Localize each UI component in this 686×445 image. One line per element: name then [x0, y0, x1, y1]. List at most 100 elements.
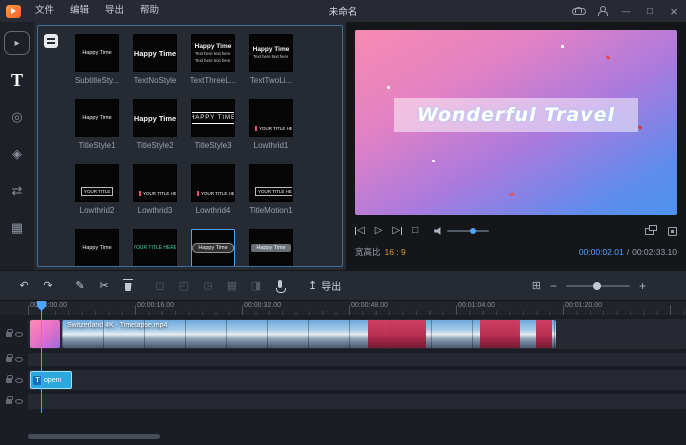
- zoom-in-icon[interactable]: +: [639, 280, 646, 292]
- template-item[interactable]: Happy Time TextNoStyle: [126, 34, 184, 86]
- lock-icon[interactable]: [6, 399, 12, 404]
- zoom-out-icon[interactable]: −: [550, 280, 557, 292]
- timeline-scrollbar[interactable]: [28, 434, 676, 439]
- visibility-icon[interactable]: [15, 399, 23, 404]
- audio-track-header: [0, 353, 28, 366]
- opening-clip[interactable]: [30, 320, 60, 348]
- fit-timeline-icon[interactable]: ⊞: [532, 279, 541, 292]
- template-item[interactable]: HAPPY TIME TitleStyle3: [184, 99, 242, 151]
- transport-button[interactable]: □: [412, 226, 418, 236]
- timeline-ruler[interactable]: 00:00:00.0000:00:16.0000:00:32.0000:00:4…: [0, 301, 686, 315]
- playhead[interactable]: [41, 301, 42, 413]
- template-thumbnail: YOUR TITLE HERE: [249, 99, 293, 137]
- visibility-icon[interactable]: [15, 332, 23, 337]
- menu-item[interactable]: 编辑: [62, 0, 97, 22]
- app-logo-icon[interactable]: [6, 5, 21, 18]
- menu-item[interactable]: 帮助: [132, 0, 167, 22]
- template-category-icon[interactable]: [44, 34, 58, 48]
- volume-slider[interactable]: [447, 230, 489, 232]
- timeline-scrollbar-thumb[interactable]: [28, 434, 160, 439]
- template-item[interactable]: YOUR TITLE HERE Lowthrid4: [184, 164, 242, 216]
- minimize-button[interactable]: [614, 0, 638, 22]
- lock-icon[interactable]: [6, 378, 12, 383]
- template-item[interactable]: YOUR TITLE HERE TitleMotion1: [242, 164, 300, 216]
- confetti-decoration: [606, 55, 611, 59]
- toolbar-icon[interactable]: ◨: [246, 276, 266, 296]
- template-grid: Happy Time SubtitleSty... Happy Time Tex…: [64, 26, 342, 266]
- template-label: TextThreeL...: [190, 76, 237, 85]
- transport-button[interactable]: ▷: [392, 226, 402, 236]
- toolbar-icon[interactable]: ◻: [150, 276, 170, 296]
- cloud-sync-icon[interactable]: [566, 0, 590, 22]
- timeline: 00:00:00.0000:00:16.0000:00:32.0000:00:4…: [0, 301, 686, 445]
- close-button[interactable]: [662, 0, 686, 22]
- text-clip[interactable]: T openi: [30, 371, 72, 389]
- transport-button[interactable]: ▷: [375, 226, 383, 236]
- preview-screen[interactable]: Wonderful Travel: [355, 30, 677, 215]
- template-item[interactable]: Happy Time TitleStyle1: [68, 99, 126, 151]
- export-button[interactable]: ↥ 导出: [308, 278, 341, 293]
- mute-icon[interactable]: [15, 357, 23, 362]
- audio-track-body[interactable]: [28, 353, 686, 366]
- template-item[interactable]: Happy Time TitleStyle2: [126, 99, 184, 151]
- titlebar: 文件编辑导出帮助 未命名: [0, 0, 686, 22]
- video-clip[interactable]: Switzerland 4K - Timelapse.mp4: [62, 320, 556, 348]
- text-track-body[interactable]: T openi: [28, 370, 686, 390]
- volume-slider-knob[interactable]: [470, 228, 476, 234]
- toolbar-icon[interactable]: ↶: [14, 276, 34, 296]
- transport-button[interactable]: ◁: [355, 226, 365, 236]
- template-item[interactable]: Happy Time: [68, 229, 126, 266]
- toolbar-icon[interactable]: ▦: [222, 276, 242, 296]
- toolbar-icon[interactable]: ✎: [70, 276, 90, 296]
- timeline-zoom-slider[interactable]: [566, 285, 630, 287]
- detach-preview-icon[interactable]: [645, 228, 654, 235]
- video-track-header: [0, 319, 28, 349]
- maximize-button[interactable]: [638, 0, 662, 22]
- template-label: Lowthrid4: [196, 206, 231, 215]
- sidebar-item[interactable]: ◎: [4, 105, 30, 129]
- fullscreen-icon[interactable]: [668, 227, 677, 236]
- template-item[interactable]: YOUR TITLE HERE: [126, 229, 184, 266]
- lock-icon[interactable]: [6, 357, 12, 362]
- template-thumbnail: Happy Time: [75, 99, 119, 137]
- timeline-zoom-knob[interactable]: [593, 282, 601, 290]
- sidebar-item[interactable]: ◈: [4, 142, 30, 166]
- template-item[interactable]: Happy TimeText here text here TextTwoLi.…: [242, 34, 300, 86]
- user-account-icon[interactable]: [590, 0, 614, 22]
- template-item[interactable]: Happy Time: [184, 229, 242, 266]
- main-area: ▸ T ◎ ◈ ⇄ ▦: [0, 22, 686, 270]
- video-track: Switzerland 4K - Timelapse.mp4: [0, 319, 686, 349]
- sidebar-item[interactable]: ⇄: [4, 179, 30, 203]
- toolbar-icon[interactable]: ◷: [198, 276, 218, 296]
- template-item[interactable]: YOUR TITLE Lowthrid2: [68, 164, 126, 216]
- template-item[interactable]: YOUR TITLE HERE Lowthrid1: [242, 99, 300, 151]
- template-item[interactable]: Happy Time SubtitleSty...: [68, 34, 126, 86]
- aspect-ratio-value[interactable]: 16 : 9: [385, 247, 406, 257]
- volume-icon[interactable]: [434, 227, 443, 236]
- sidebar-item[interactable]: ▸: [4, 31, 30, 55]
- template-thumbnail: YOUR TITLE: [75, 164, 119, 202]
- sidebar-item[interactable]: T: [4, 68, 30, 92]
- extra-track-body[interactable]: [28, 394, 686, 409]
- template-item[interactable]: YOUR TITLE HERE Lowthrid3: [126, 164, 184, 216]
- project-title: 未命名: [329, 4, 358, 18]
- template-thumbnail: Happy Time: [191, 229, 235, 266]
- menu-item[interactable]: 导出: [97, 0, 132, 22]
- toolbar-icon[interactable]: ✂: [94, 276, 114, 296]
- video-track-body[interactable]: Switzerland 4K - Timelapse.mp4: [28, 319, 686, 349]
- sidebar-item[interactable]: ▦: [4, 216, 30, 240]
- lock-icon[interactable]: [6, 332, 12, 337]
- visibility-icon[interactable]: [15, 378, 23, 383]
- toolbar-icon[interactable]: ◰: [174, 276, 194, 296]
- timeline-zoom-controls: ⊞ − +: [532, 279, 646, 292]
- template-item[interactable]: Happy Time: [242, 229, 300, 266]
- template-thumbnail: YOUR TITLE HERE: [133, 229, 177, 266]
- preview-info-row: 宽高比 16 : 9 00:00:02.01 / 00:02:33.10: [355, 242, 677, 262]
- title-overlay[interactable]: Wonderful Travel: [394, 98, 639, 132]
- toolbar-icon[interactable]: ↷: [38, 276, 58, 296]
- timecode-separator: /: [627, 247, 629, 257]
- toolbar-icon[interactable]: [270, 276, 290, 296]
- toolbar-icon[interactable]: [118, 276, 138, 296]
- menu-item[interactable]: 文件: [27, 0, 62, 22]
- template-item[interactable]: Happy TimeText here text hereText here t…: [184, 34, 242, 86]
